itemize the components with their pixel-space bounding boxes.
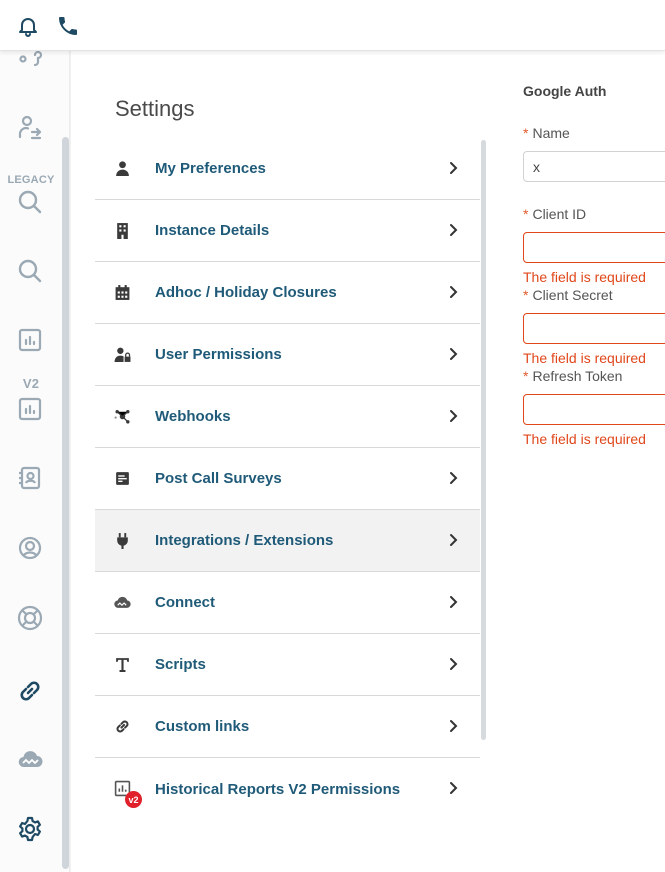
top-bar: [0, 0, 665, 51]
menu-item-label: Webhooks: [155, 408, 231, 425]
name-input[interactable]: [523, 151, 665, 182]
required-mark: *: [523, 287, 529, 303]
menu-item-label: Connect: [155, 594, 215, 611]
field-label: Name: [532, 125, 570, 141]
settings-panel: Settings My Preferences Instance Details…: [71, 51, 665, 872]
menu-item-label: Instance Details: [155, 222, 270, 239]
link-icon[interactable]: [14, 675, 46, 707]
chevron-right-icon: [445, 594, 461, 610]
menu-item-label: Integrations / Extensions: [155, 532, 334, 549]
client-secret-label: * Client Secret: [523, 287, 613, 303]
menu-item-label: Scripts: [155, 656, 206, 673]
field-label: Refresh Token: [532, 368, 623, 384]
menu-scrollbar[interactable]: [481, 140, 486, 740]
chevron-right-icon: [445, 346, 461, 362]
menu-item-webhooks[interactable]: Webhooks: [95, 386, 480, 448]
field-label: Client ID: [532, 206, 587, 222]
phone-icon[interactable]: [56, 14, 80, 38]
chevron-right-icon: [445, 222, 461, 238]
chevron-right-icon: [445, 160, 461, 176]
client-secret-input[interactable]: [523, 313, 665, 344]
menu-item-adhoc-holiday-closures[interactable]: Adhoc / Holiday Closures: [95, 262, 480, 324]
menu-item-historical-reports-v2-permissions[interactable]: v2 Historical Reports V2 Permissions: [95, 758, 480, 820]
legacy-label: LEGACY: [7, 174, 55, 186]
chevron-right-icon: [445, 408, 461, 424]
link-icon: [113, 717, 131, 735]
v2-label: V2: [22, 376, 40, 391]
menu-item-custom-links[interactable]: Custom links: [95, 696, 480, 758]
form-title: Google Auth: [523, 83, 607, 99]
cloud-icon: [113, 593, 131, 611]
menu-item-my-preferences[interactable]: My Preferences: [95, 138, 480, 200]
menu-item-instance-details[interactable]: Instance Details: [95, 200, 480, 262]
webhook-icon: [113, 407, 131, 425]
menu-item-label: Custom links: [155, 718, 250, 735]
chevron-right-icon: [445, 532, 461, 548]
plug-icon: [113, 531, 131, 549]
menu-item-label: Historical Reports V2 Permissions: [155, 780, 401, 798]
client-id-error: The field is required: [523, 269, 646, 285]
menu-item-label: User Permissions: [155, 346, 282, 363]
menu-item-post-call-surveys[interactable]: Post Call Surveys: [95, 448, 480, 510]
client-secret-error: The field is required: [523, 350, 646, 366]
cloud-connect-icon[interactable]: [14, 744, 46, 776]
left-sidebar: LEGACY V2: [0, 50, 70, 872]
gear-icon[interactable]: [14, 813, 46, 845]
report-icon[interactable]: [14, 393, 46, 425]
report-icon[interactable]: [14, 324, 46, 356]
page-title: Settings: [115, 96, 195, 121]
name-label: * Name: [523, 125, 570, 141]
calendar-icon: [113, 283, 131, 301]
menu-item-label: Adhoc / Holiday Closures: [155, 284, 337, 301]
menu-item-label: Post Call Surveys: [155, 470, 282, 487]
contacts-icon[interactable]: [14, 462, 46, 494]
chevron-right-icon: [445, 470, 461, 486]
chevron-right-icon: [445, 284, 461, 300]
survey-icon: [113, 469, 131, 487]
bell-icon[interactable]: [16, 14, 40, 38]
user-transfer-icon[interactable]: [14, 111, 46, 143]
required-mark: *: [523, 206, 529, 222]
client-id-label: * Client ID: [523, 206, 586, 222]
field-label: Client Secret: [532, 287, 613, 303]
menu-item-user-permissions[interactable]: User Permissions: [95, 324, 480, 386]
menu-item-scripts[interactable]: Scripts: [95, 634, 480, 696]
person-icon: [113, 159, 131, 177]
menu-item-connect[interactable]: Connect: [95, 572, 480, 634]
menu-item-label: My Preferences: [155, 160, 266, 177]
search-icon[interactable]: [14, 255, 46, 287]
chevron-right-icon: [445, 780, 461, 796]
client-id-input[interactable]: [523, 232, 665, 263]
user-circle-icon[interactable]: [14, 532, 46, 564]
sidebar-scrollbar[interactable]: [62, 137, 69, 869]
lifebuoy-icon[interactable]: [14, 602, 46, 634]
chevron-right-icon: [445, 656, 461, 672]
refresh-token-error: The field is required: [523, 431, 646, 447]
menu-item-integrations-extensions[interactable]: Integrations / Extensions: [95, 510, 480, 572]
required-mark: *: [523, 125, 529, 141]
v2-badge: v2: [125, 791, 142, 808]
report-icon: v2: [113, 779, 142, 808]
text-icon: [113, 655, 131, 673]
settings-menu: My Preferences Instance Details Adhoc / …: [95, 138, 480, 820]
user-lock-icon: [113, 345, 131, 363]
chevron-right-icon: [445, 718, 461, 734]
search-icon[interactable]: [14, 186, 46, 218]
building-icon: [113, 221, 131, 239]
refresh-token-label: * Refresh Token: [523, 368, 622, 384]
refresh-token-input[interactable]: [523, 394, 665, 425]
required-mark: *: [523, 368, 529, 384]
